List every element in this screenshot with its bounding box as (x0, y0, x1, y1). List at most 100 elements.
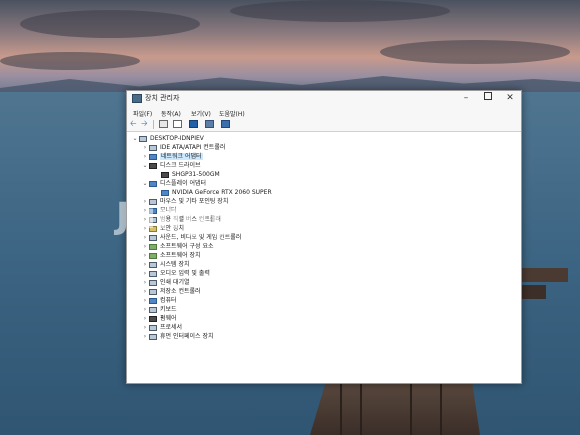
tree-item-label: 인쇄 대기열 (160, 279, 190, 286)
firmware-icon (149, 315, 157, 322)
print-queue-icon (149, 279, 157, 286)
back-arrow-icon[interactable]: 🡠 (130, 120, 139, 128)
tree-item-label: 보안 장치 (160, 225, 184, 232)
tree-item[interactable]: › IDE ATA/ATAPI 컨트롤러 (141, 143, 226, 152)
tree-item[interactable]: › 컴퓨터 (141, 296, 177, 305)
pier-plank (410, 380, 412, 435)
expand-chevron-icon[interactable]: › (141, 269, 149, 278)
tree-item-label: 범용 직렬 버스 컨트롤러 (160, 216, 221, 223)
processor-icon (149, 324, 157, 331)
maximize-button[interactable] (477, 92, 499, 105)
expand-chevron-icon[interactable]: › (141, 296, 149, 305)
tree-item-label: 마우스 및 기타 포인팅 장치 (160, 198, 229, 205)
device-view-icon[interactable] (205, 120, 214, 128)
tree-item[interactable]: › 사운드, 비디오 및 게임 컨트롤러 (141, 233, 242, 242)
scan-hardware-icon[interactable] (221, 120, 230, 128)
tree-item[interactable]: › 보안 장치 (141, 224, 184, 233)
tree-item[interactable]: ⌄ 디스플레이 어댑터 (141, 179, 206, 188)
tree-item-label: 사운드, 비디오 및 게임 컨트롤러 (160, 234, 242, 241)
expand-chevron-icon[interactable]: › (141, 332, 149, 341)
forward-arrow-icon[interactable]: 🡢 (141, 120, 150, 128)
storage-controller-icon (149, 288, 157, 295)
expand-chevron-icon[interactable]: › (141, 314, 149, 323)
expand-chevron-icon[interactable]: › (141, 278, 149, 287)
menu-view[interactable]: 보기(V) (191, 109, 211, 118)
expand-chevron-icon[interactable]: › (141, 251, 149, 260)
collapse-chevron-icon[interactable]: ⌄ (141, 161, 149, 170)
toolbar-divider (153, 120, 154, 129)
expand-chevron-icon[interactable]: › (141, 287, 149, 296)
display-adapter-icon (149, 180, 157, 187)
expand-chevron-icon[interactable]: › (141, 242, 149, 251)
pier (522, 285, 546, 299)
show-hide-console-tree-icon[interactable] (159, 120, 168, 128)
tree-item[interactable]: › 휴먼 인터페이스 장치 (141, 332, 214, 341)
expand-chevron-icon[interactable]: › (141, 143, 149, 152)
tree-item[interactable]: › 모니터 (141, 206, 177, 215)
security-device-icon (149, 225, 157, 232)
tree-item-label: 모니터 (160, 207, 177, 214)
menu-help[interactable]: 도움말(H) (219, 109, 245, 118)
tree-item[interactable]: › 오디오 입력 및 출력 (141, 269, 210, 278)
tree-item-label: 프로세서 (160, 324, 183, 331)
expand-chevron-icon[interactable]: › (141, 197, 149, 206)
tree-item[interactable]: SHGP31-500GM (153, 170, 220, 179)
minimize-button[interactable]: – (455, 92, 477, 105)
software-component-icon (149, 243, 157, 250)
device-manager-window: 장치 관리자 – ✕ 파일(F) 동작(A) 보기(V) 도움말(H) 🡠 🡢 … (126, 90, 522, 384)
tree-item-label: 디스크 드라이브 (160, 162, 201, 169)
tree-root-label: DESKTOP-IDNPIEV (150, 135, 204, 142)
usb-icon (149, 216, 157, 223)
window-title: 장치 관리자 (145, 94, 180, 102)
menu-file[interactable]: 파일(F) (133, 109, 152, 118)
tree-item-label: NVIDIA GeForce RTX 2060 SUPER (172, 189, 272, 196)
tree-item-label: 저장소 컨트롤러 (160, 288, 201, 295)
menu-action[interactable]: 동작(A) (161, 109, 181, 118)
expand-chevron-icon[interactable]: › (141, 206, 149, 215)
device-tree: ⌄ DESKTOP-IDNPIEV › IDE ATA/ATAPI 컨트롤러 › 네트… (127, 132, 521, 383)
tree-item-label: 소프트웨어 장치 (160, 252, 201, 259)
system-device-icon (149, 261, 157, 268)
computer-icon (139, 135, 147, 142)
tree-item[interactable]: ⌄ 디스크 드라이브 (141, 161, 201, 170)
tree-item[interactable]: › 소프트웨어 장치 (141, 251, 201, 260)
ide-controller-icon (149, 144, 157, 151)
collapse-chevron-icon[interactable]: ⌄ (141, 179, 149, 188)
tree-item-label: 디스플레이 어댑터 (160, 180, 207, 187)
tree-item-label: IDE ATA/ATAPI 컨트롤러 (160, 144, 226, 151)
tree-item[interactable]: › 저장소 컨트롤러 (141, 287, 201, 296)
tree-item[interactable]: NVIDIA GeForce RTX 2060 SUPER (153, 188, 272, 197)
toolbar: 🡠 🡢 (127, 118, 521, 132)
cloud (0, 52, 140, 70)
expand-chevron-icon[interactable]: › (141, 260, 149, 269)
expand-chevron-icon[interactable]: › (141, 152, 149, 161)
tree-item[interactable]: › 소프트웨어 구성 요소 (141, 242, 214, 251)
help-icon[interactable] (189, 120, 198, 128)
title-bar[interactable]: 장치 관리자 – ✕ (127, 91, 521, 107)
properties-icon[interactable] (173, 120, 182, 128)
tree-item[interactable]: › 범용 직렬 버스 컨트롤러 (141, 215, 221, 224)
hid-icon (149, 333, 157, 340)
expand-chevron-icon[interactable]: › (141, 233, 149, 242)
audio-icon (149, 270, 157, 277)
tree-root[interactable]: ⌄ DESKTOP-IDNPIEV (131, 134, 204, 143)
tree-item[interactable]: › 인쇄 대기열 (141, 278, 190, 287)
pier (310, 378, 480, 435)
expand-chevron-icon[interactable]: › (141, 224, 149, 233)
tree-item[interactable]: › 마우스 및 기타 포인팅 장치 (141, 197, 229, 206)
tree-item-label: 시스템 장치 (160, 261, 190, 268)
collapse-chevron-icon[interactable]: ⌄ (131, 134, 139, 143)
tree-item[interactable]: › 펌웨어 (141, 314, 177, 323)
expand-chevron-icon[interactable]: › (141, 323, 149, 332)
tree-item[interactable]: › 프로세서 (141, 323, 182, 332)
tree-item-label: 펌웨어 (160, 315, 177, 322)
close-button[interactable]: ✕ (499, 92, 521, 105)
tree-item[interactable]: › 키보드 (141, 305, 177, 314)
expand-chevron-icon[interactable]: › (141, 215, 149, 224)
menu-bar: 파일(F) 동작(A) 보기(V) 도움말(H) (127, 107, 521, 130)
tree-item[interactable]: › 시스템 장치 (141, 260, 190, 269)
network-adapter-icon (149, 153, 157, 160)
mouse-icon (149, 198, 157, 205)
tree-item[interactable]: › 네트워크 어댑터 (141, 152, 203, 161)
expand-chevron-icon[interactable]: › (141, 305, 149, 314)
